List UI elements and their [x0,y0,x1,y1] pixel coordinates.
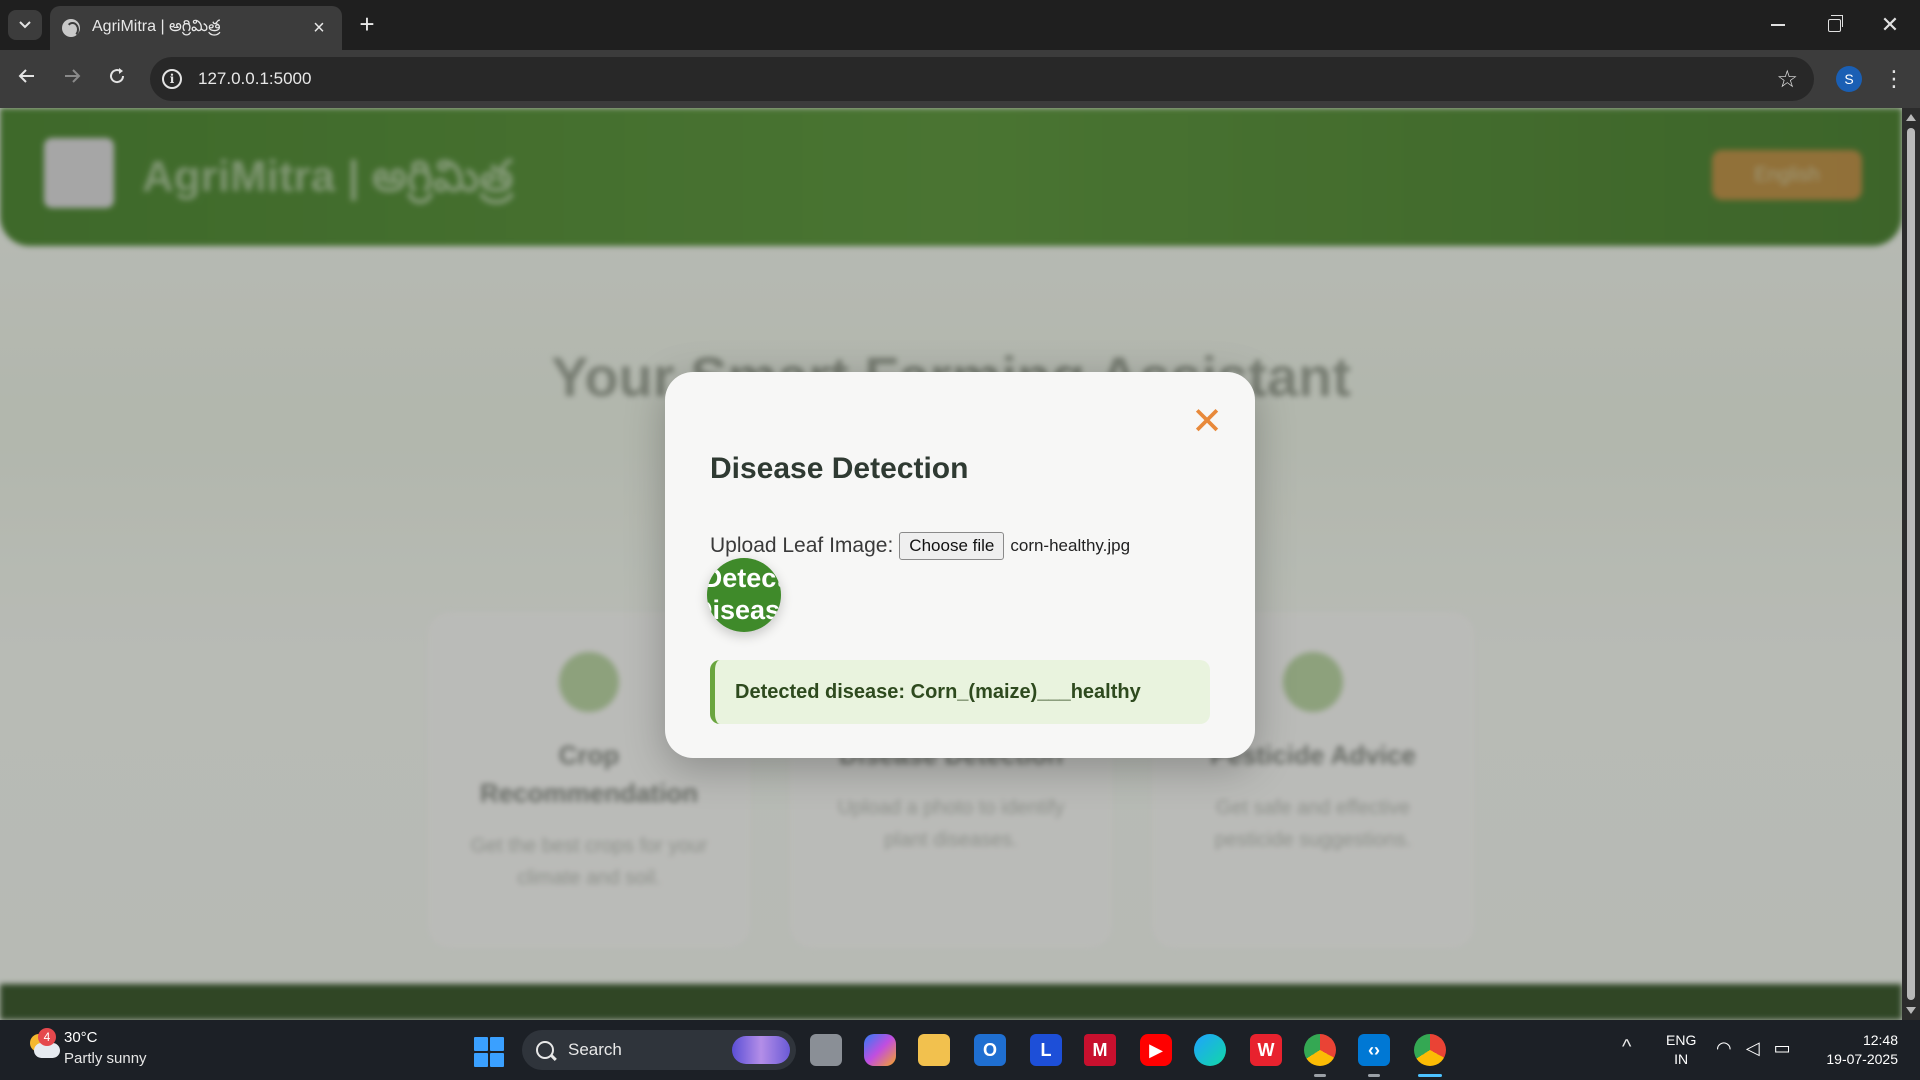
running-indicator [1314,1074,1326,1077]
new-tab-button[interactable]: + [354,11,380,38]
search-highlight-icon [732,1036,790,1064]
chrome-icon[interactable] [1414,1034,1446,1066]
detect-button-line2: Disease [707,595,781,625]
region-code: IN [1674,1051,1689,1067]
system-clock[interactable]: 12:48 19-07-2025 [1808,1031,1898,1069]
active-app-indicator [1418,1074,1442,1077]
windows-start-icon[interactable] [474,1037,504,1067]
back-button[interactable] [10,62,44,96]
taskbar-search-label: Search [568,1040,622,1059]
browser-tab-bar: AgriMitra | అగ్రిమిత్ర × + ✕ [0,0,1920,50]
mcafee-icon[interactable]: M [1084,1034,1116,1066]
reload-icon [110,68,125,84]
window-minimize-button[interactable] [1758,12,1798,38]
window-restore-button[interactable] [1814,12,1854,38]
battery-icon[interactable]: ▭ [1774,1038,1791,1059]
globe-icon [62,19,80,37]
detection-result: Detected disease: Corn_(maize)___healthy [710,660,1210,724]
choose-file-button[interactable]: Choose file [899,532,1005,560]
arrow-left-icon [18,69,34,83]
tab-title: AgriMitra | అగ్రిమిత్ర [92,18,221,35]
selected-file-name: corn-healthy.jpg [1010,536,1131,555]
close-icon: ✕ [1880,12,1900,37]
volume-muted-icon[interactable]: ◁ [1746,1038,1760,1059]
taskbar-search-box[interactable]: Search [522,1030,796,1070]
lang-code: ENG [1666,1032,1697,1048]
detect-button-line1: Detect [707,563,781,593]
chevron-down-icon [19,21,31,29]
youtube-icon[interactable]: ▶ [1140,1034,1172,1066]
page-scrollbar[interactable] [1902,108,1920,1020]
reload-button[interactable] [100,62,134,96]
scroll-thumb[interactable] [1907,128,1915,1000]
scroll-up-arrow-icon[interactable] [1906,114,1916,121]
browser-menu-icon[interactable]: ⋮ [1882,64,1906,94]
search-icon [536,1041,554,1059]
wifi-icon[interactable]: ◠ [1716,1038,1732,1059]
modal-close-icon[interactable]: ✕ [1187,402,1227,442]
running-indicator [1368,1074,1380,1077]
restore-icon [1827,14,1843,32]
scroll-down-arrow-icon[interactable] [1906,1007,1916,1014]
weather-temperature[interactable]: 30°C [64,1029,98,1046]
profile-avatar[interactable]: S [1836,66,1862,92]
edge-icon[interactable] [1194,1034,1226,1066]
clock-date: 19-07-2025 [1826,1051,1898,1067]
site-info-icon[interactable]: i [162,69,182,89]
browser-tab-active[interactable]: AgriMitra | అగ్రిమిత్ర × [50,6,342,50]
system-tray-icons[interactable]: ◠ ◁ ▭ [1716,1038,1791,1059]
file-explorer-icon[interactable] [918,1034,950,1066]
forward-button[interactable] [55,62,89,96]
chrome-profile-icon[interactable] [1304,1034,1336,1066]
tab-close-icon[interactable]: × [308,18,330,38]
task-view-icon[interactable] [810,1034,842,1066]
arrow-right-icon [65,69,81,83]
minimize-icon [1771,24,1785,26]
detect-disease-button[interactable]: Detect Disease [707,558,781,632]
vscode-icon[interactable]: ‹› [1358,1034,1390,1066]
modal-title: Disease Detection [710,452,969,485]
input-language-indicator[interactable]: ENG IN [1666,1031,1696,1069]
address-bar[interactable]: i 127.0.0.1:5000 ☆ [150,57,1814,101]
l-app-icon[interactable]: L [1030,1034,1062,1066]
upload-label: Upload Leaf Image: [710,534,894,557]
disease-detection-modal: ✕ Disease Detection Upload Leaf Image: C… [665,372,1255,758]
bookmark-star-icon[interactable]: ☆ [1776,65,1798,94]
weather-description[interactable]: Partly sunny [64,1050,147,1067]
url-text[interactable]: 127.0.0.1:5000 [198,69,1776,89]
tray-overflow-chevron-icon[interactable]: ^ [1622,1036,1631,1059]
copilot-icon[interactable] [864,1034,896,1066]
browser-toolbar: i 127.0.0.1:5000 ☆ S ⋮ [0,50,1920,108]
wps-office-icon[interactable]: W [1250,1034,1282,1066]
tab-search-button[interactable] [8,10,42,40]
upload-row: Upload Leaf Image: Choose file corn-heal… [710,532,1130,560]
outlook-icon[interactable]: O [974,1034,1006,1066]
clock-time: 12:48 [1862,1032,1898,1048]
window-close-button[interactable]: ✕ [1870,12,1910,38]
weather-notification-badge: 4 [38,1028,56,1046]
windows-taskbar: 4 30°C Partly sunny Search O L M ▶ W ‹› … [0,1020,1920,1080]
